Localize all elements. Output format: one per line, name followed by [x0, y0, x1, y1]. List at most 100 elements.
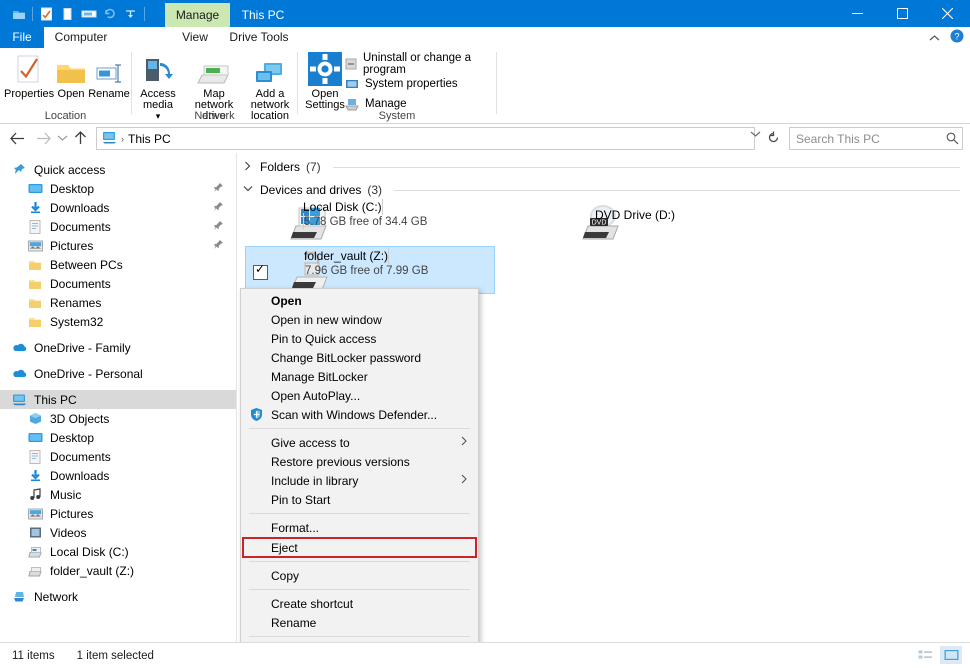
- help-icon[interactable]: ?: [950, 29, 964, 46]
- minimize-button[interactable]: [835, 0, 880, 27]
- sidebar-item-local-disk-c[interactable]: Local Disk (C:): [0, 542, 236, 561]
- address-dropdown-icon[interactable]: [750, 130, 761, 141]
- menu-item-include-in-library[interactable]: Include in library: [241, 471, 478, 490]
- system-properties-button[interactable]: System properties: [344, 74, 458, 93]
- sidebar-item-pictures-qa[interactable]: Pictures: [0, 236, 236, 255]
- properties-icon[interactable]: [36, 0, 57, 27]
- chevron-right-icon[interactable]: [242, 161, 254, 174]
- menu-item-manage-bitlocker[interactable]: Manage BitLocker: [241, 367, 478, 386]
- menu-item-open-autoplay[interactable]: Open AutoPlay...: [241, 386, 478, 405]
- properties-label: Properties: [4, 88, 55, 100]
- explorer-icon[interactable]: [8, 0, 29, 27]
- menu-item-format[interactable]: Format...: [241, 518, 478, 537]
- tab-manage-contextual[interactable]: Manage: [165, 3, 230, 27]
- ribbon-tab-drive-tools[interactable]: Drive Tools: [222, 27, 296, 48]
- explorer-body: Quick access Desktop Downloads Documents…: [0, 153, 970, 663]
- menu-item-restore-previous-versions[interactable]: Restore previous versions: [241, 452, 478, 471]
- menu-item-copy[interactable]: Copy: [241, 566, 478, 585]
- access-media-icon: [134, 52, 182, 86]
- maximize-button[interactable]: [880, 0, 925, 27]
- group-header-folders[interactable]: Folders (7): [237, 158, 970, 176]
- group-rule: [332, 166, 960, 168]
- sidebar-item-system32[interactable]: System32: [0, 312, 236, 331]
- sidebar-item-videos[interactable]: Videos: [0, 523, 236, 542]
- forward-button[interactable]: [33, 128, 53, 148]
- sidebar-item-onedrive-family[interactable]: OneDrive - Family: [0, 338, 236, 357]
- sidebar-label: System32: [50, 314, 104, 329]
- sidebar-item-documents-folder[interactable]: Documents: [0, 274, 236, 293]
- open-button[interactable]: Open: [54, 52, 88, 100]
- ribbon-tab-view[interactable]: View: [170, 27, 220, 48]
- rename-icon[interactable]: [78, 0, 99, 27]
- recent-locations-button[interactable]: [52, 128, 72, 148]
- sidebar-label: Between PCs: [50, 257, 123, 272]
- windows-defender-shield-icon: [249, 407, 265, 423]
- sidebar-item-this-pc[interactable]: This PC: [0, 390, 236, 409]
- breadcrumb-this-pc[interactable]: This PC: [128, 132, 171, 146]
- menu-separator: [249, 513, 470, 514]
- sidebar-item-music[interactable]: Music: [0, 485, 236, 504]
- uninstall-label: Uninstall or change a program: [363, 51, 472, 76]
- menu-item-rename[interactable]: Rename: [241, 613, 478, 632]
- sidebar-item-documents-pc[interactable]: Documents: [0, 447, 236, 466]
- details-view-button[interactable]: [914, 646, 936, 664]
- sidebar-item-quick-access[interactable]: Quick access: [0, 160, 236, 179]
- menu-item-scan-with-windows-defender[interactable]: Scan with Windows Defender...: [241, 405, 478, 424]
- menu-item-create-shortcut[interactable]: Create shortcut: [241, 594, 478, 613]
- drive-tile-dvd-d[interactable]: DVD DVD Drive (D:): [537, 198, 785, 244]
- back-button[interactable]: [7, 128, 27, 148]
- sidebar-item-desktop-qa[interactable]: Desktop: [0, 179, 236, 198]
- new-folder-icon[interactable]: [57, 0, 78, 27]
- pin-icon[interactable]: [213, 239, 224, 253]
- menu-item-change-bitlocker-password[interactable]: Change BitLocker password: [241, 348, 478, 367]
- sidebar-item-documents-qa[interactable]: Documents: [0, 217, 236, 236]
- search-input[interactable]: Search This PC: [790, 132, 942, 146]
- drive-tile-folder-vault-z[interactable]: folder_vault (Z:) 7.96 GB free of 7.99 G…: [245, 246, 495, 294]
- sidebar-item-network[interactable]: Network: [0, 587, 236, 606]
- address-breadcrumb-bar[interactable]: › This PC: [96, 127, 755, 150]
- menu-item-open[interactable]: Open: [241, 291, 478, 310]
- sidebar-item-downloads-qa[interactable]: Downloads: [0, 198, 236, 217]
- up-button[interactable]: [70, 128, 90, 148]
- customize-quick-access-icon[interactable]: [120, 0, 141, 27]
- tab-this-pc[interactable]: This PC: [232, 3, 294, 27]
- search-box[interactable]: Search This PC: [789, 127, 963, 150]
- group-header-devices[interactable]: Devices and drives (3): [237, 181, 970, 199]
- menu-label: Rename: [271, 615, 317, 630]
- pin-icon[interactable]: [213, 182, 224, 196]
- sidebar-item-folder-vault-z[interactable]: folder_vault (Z:): [0, 561, 236, 580]
- sidebar-item-onedrive-personal[interactable]: OneDrive - Personal: [0, 364, 236, 383]
- collapse-ribbon-icon[interactable]: [929, 31, 940, 45]
- drive-info-dvd-d: DVD Drive (D:): [595, 208, 781, 222]
- ribbon-tab-file[interactable]: File: [0, 27, 44, 48]
- sidebar-item-downloads-pc[interactable]: Downloads: [0, 466, 236, 485]
- sidebar-item-pictures-pc[interactable]: Pictures: [0, 504, 236, 523]
- refresh-button[interactable]: [764, 128, 782, 147]
- chevron-down-icon[interactable]: [242, 185, 254, 196]
- group-label-folders: Folders: [260, 160, 301, 174]
- drive-tile-local-disk-c[interactable]: Local Disk (C:) 5.78 GB free of 34.4 GB: [245, 198, 493, 244]
- selection-checkbox[interactable]: [253, 262, 268, 280]
- pin-icon[interactable]: [213, 220, 224, 234]
- search-icon[interactable]: [942, 132, 962, 145]
- menu-item-open-in-new-window[interactable]: Open in new window: [241, 310, 478, 329]
- rename-button[interactable]: Rename: [88, 52, 130, 100]
- ribbon-tab-computer[interactable]: Computer: [48, 27, 114, 48]
- menu-label: Copy: [271, 568, 300, 583]
- large-icons-view-button[interactable]: [940, 646, 962, 664]
- close-button[interactable]: [925, 0, 970, 27]
- menu-item-pin-to-start[interactable]: Pin to Start: [241, 490, 478, 509]
- sidebar-item-renames[interactable]: Renames: [0, 293, 236, 312]
- properties-button[interactable]: Properties: [4, 52, 55, 100]
- open-settings-button[interactable]: Open Settings: [302, 52, 348, 111]
- toolbar-divider-2: [144, 6, 145, 21]
- sidebar-item-desktop-pc[interactable]: Desktop: [0, 428, 236, 447]
- undo-icon[interactable]: [99, 0, 120, 27]
- sidebar-item-between-pcs[interactable]: Between PCs: [0, 255, 236, 274]
- sidebar-item-3d-objects[interactable]: 3D Objects: [0, 409, 236, 428]
- menu-item-eject[interactable]: Eject: [242, 537, 477, 558]
- menu-item-pin-to-quick-access[interactable]: Pin to Quick access: [241, 329, 478, 348]
- menu-item-give-access-to[interactable]: Give access to: [241, 433, 478, 452]
- uninstall-program-button[interactable]: Uninstall or change a program: [344, 51, 496, 76]
- pin-icon[interactable]: [213, 201, 224, 215]
